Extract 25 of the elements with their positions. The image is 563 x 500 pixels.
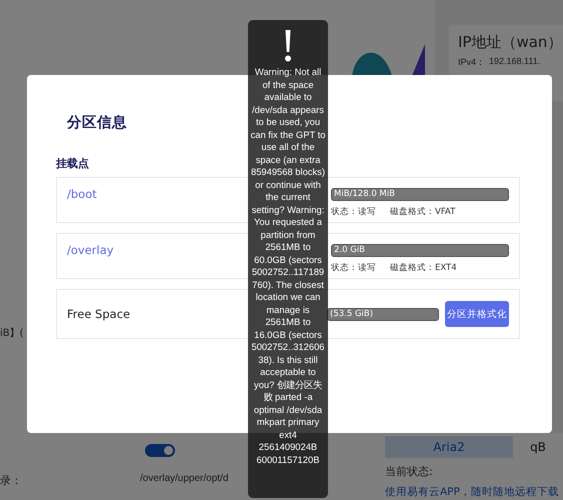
usage-bar: MiB/128.0 MiB	[331, 188, 509, 201]
download-link[interactable]: 使用易有云APP，随时随地远程下载	[385, 485, 563, 499]
status-label: 当前状态:	[385, 464, 434, 479]
dir-value: /overlay/upper/opt/d	[140, 473, 228, 486]
usage-bar: (53.5 GiB)	[327, 308, 439, 320]
ip-title: IP地址（wan）	[458, 33, 563, 52]
ip-label: IPv4：	[458, 56, 486, 69]
disk-format: 磁盘格式：VFAT	[390, 206, 456, 218]
disk-format: 磁盘格式：EXT4	[390, 262, 457, 274]
toggle-switch[interactable]	[145, 444, 175, 457]
exclamation-icon	[284, 30, 292, 62]
warning-message: Warning: Not all of the space available to /dev/sda appears to be used, you can fix the GPT to use all of the space (an extra 85949568 blocks) or continue with the current setting? Warning: You requested a partition from 2561MB to 60.0GB (sectors 5002752..117189760). The closest location we can manage is 2561MB to 16.0GB (sectors 5002752..31260638). Is this still acceptable to you? 创建分区失败 parted -a optimal /dev/sda mkpart primary ext4 2561409024B 60001157120B	[250, 66, 326, 466]
partition-name: Free Space	[67, 307, 130, 321]
tab[interactable]: Aria2	[385, 436, 513, 458]
rw-status: 状态：读写	[331, 206, 376, 218]
dialog-title: 分区信息	[67, 114, 127, 132]
rw-status: 状态：读写	[331, 262, 376, 274]
mount-link[interactable]: /overlay	[67, 243, 114, 257]
dir-label: 录：	[0, 473, 22, 488]
usage-bar: 2.0 GiB	[331, 244, 509, 257]
size-text: iB】(	[0, 326, 24, 340]
section-label: 挂载点	[56, 156, 89, 171]
ip-value: 192.168.111.	[489, 56, 540, 68]
mount-link[interactable]: /boot	[67, 187, 97, 201]
format-button[interactable]: 分区并格式化	[445, 301, 509, 327]
